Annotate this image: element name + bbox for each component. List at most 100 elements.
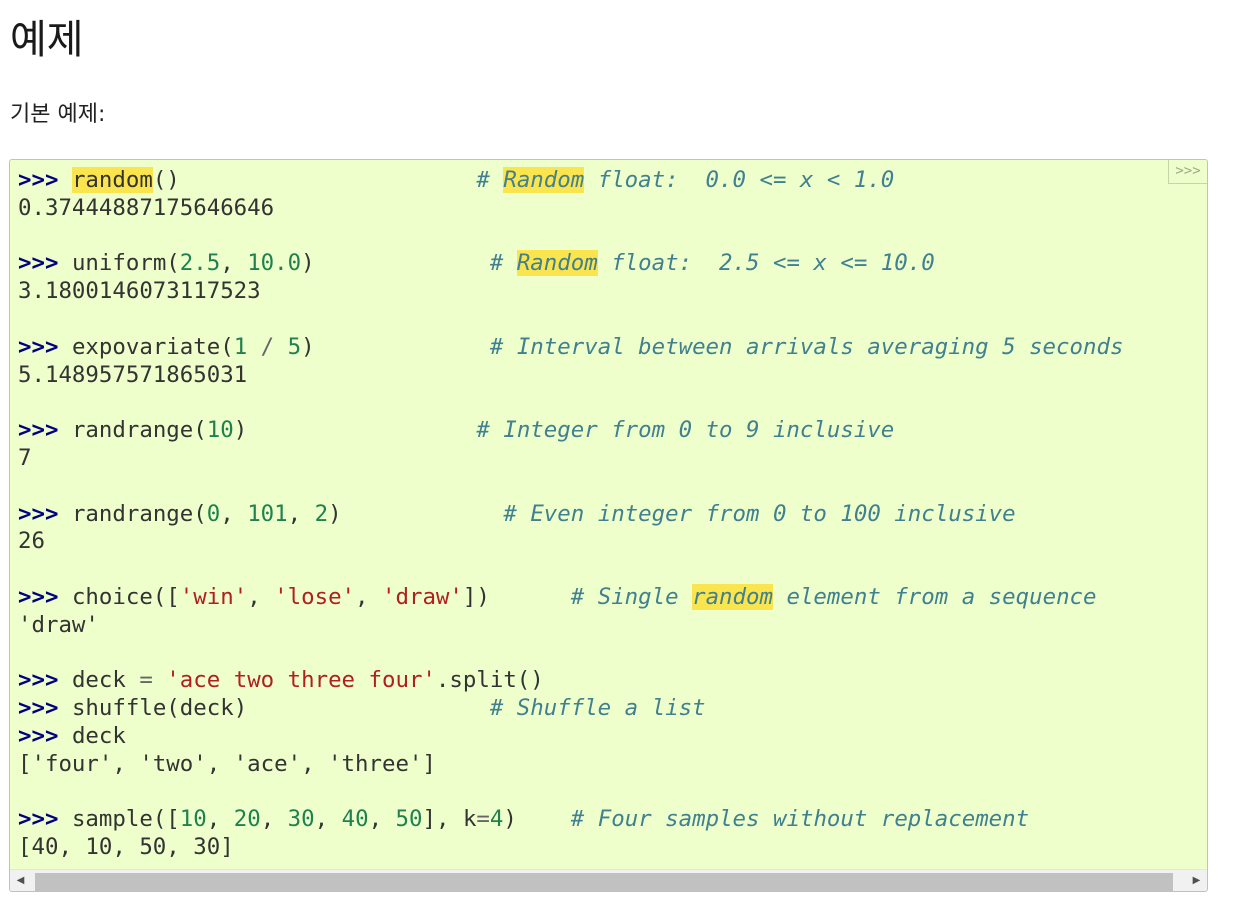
code-number: 101 <box>247 500 288 527</box>
code-token: sample([ <box>71 806 180 833</box>
prompt: >>> <box>18 806 59 833</box>
intro-text: 기본 예제: <box>10 102 106 127</box>
code-output: 26 <box>18 528 45 555</box>
code-line: >>> sample([10, 20, 30, 40, 50], k=4) # … <box>18 806 1207 834</box>
code-token: ) <box>233 417 248 444</box>
code-comment: # Even integer from 0 to 100 inclusive <box>503 500 1016 527</box>
code-line: >>> randrange(0, 101, 2) # Even integer … <box>18 501 1207 529</box>
code-line: >>> deck = 'ace two three four'.split() <box>18 667 1207 695</box>
code-line: >>> uniform(2.5, 10.0) # Random float: 2… <box>18 250 1207 278</box>
code-token: ) <box>301 333 315 360</box>
code-number: 10.0 <box>247 250 302 277</box>
code-number: 2.5 <box>179 250 221 277</box>
code-comment: # Shuffle a list <box>489 695 706 722</box>
code-number: 40 <box>341 806 369 833</box>
code-operator: / <box>247 333 288 360</box>
code-token: , <box>220 250 248 277</box>
code-output: 'draw' <box>18 611 99 638</box>
scrollbar-thumb[interactable] <box>35 873 1173 891</box>
code-number: 1 <box>233 333 248 360</box>
prompt-toggle-button[interactable]: >>> <box>1168 160 1207 184</box>
code-comment: # Integer from 0 to 9 inclusive <box>476 417 895 444</box>
code-line: >>> shuffle(deck) # Shuffle a list <box>18 695 1207 723</box>
prompt: >>> <box>18 722 59 749</box>
scroll-left-arrow-icon[interactable]: ◀ <box>10 870 31 891</box>
code-token: deck <box>71 667 140 694</box>
code-token: randrange( <box>71 417 207 444</box>
code-token: ]) <box>462 583 490 610</box>
code-string: 'draw' <box>382 583 463 610</box>
code-line: >>> choice(['win', 'lose', 'draw']) # Si… <box>18 583 1207 612</box>
prompt: >>> <box>18 167 59 193</box>
code-token: ) <box>503 806 517 833</box>
code-token: , <box>355 583 383 610</box>
code-comment: # Random float: 2.5 <= x <= 10.0 <box>489 250 935 277</box>
code-line: >>> deck <box>18 723 1207 751</box>
code-number: 20 <box>233 806 261 833</box>
code-token: shuffle(deck) <box>71 695 248 722</box>
code-comment: # Random float: 0.0 <= x < 1.0 <box>476 167 895 193</box>
code-number: 30 <box>287 806 315 833</box>
page-title: 예제 <box>10 17 84 63</box>
code-token: ) <box>328 500 342 527</box>
code-token: , <box>206 806 234 833</box>
code-token: , <box>287 500 315 527</box>
code-comment: # Single random element from a sequence <box>570 583 1097 610</box>
code-token: , <box>368 806 396 833</box>
code-output: 5.148957571865031 <box>18 361 248 388</box>
code-token: () <box>152 167 180 193</box>
code-output: [40, 10, 50, 30] <box>18 834 234 861</box>
code-token: .split() <box>435 667 544 694</box>
search-highlight: random <box>692 583 773 610</box>
code-line: >>> expovariate(1 / 5) # Interval betwee… <box>18 334 1207 362</box>
code-token: choice([ <box>71 583 180 610</box>
code-string: 'win' <box>179 583 248 610</box>
code-number: 10 <box>179 806 207 833</box>
code-token: , <box>314 806 342 833</box>
code-comment: # Interval between arrivals averaging 5 … <box>489 333 1124 360</box>
code-output: 7 <box>18 444 32 471</box>
code-token: uniform( <box>71 250 180 277</box>
code-number: 2 <box>314 500 329 527</box>
search-highlight: random <box>71 167 153 193</box>
code-output: 3.1800146073117523 <box>18 278 261 305</box>
code-string: 'lose' <box>274 583 356 610</box>
search-highlight: Random <box>516 250 598 277</box>
search-highlight: Random <box>503 167 585 193</box>
prompt: >>> <box>18 667 59 694</box>
prompt: >>> <box>18 250 59 277</box>
code-comment: # Four samples without replacement <box>570 806 1030 833</box>
code-number: 5 <box>287 333 302 360</box>
code-listing[interactable]: >>> random() # Random float: 0.0 <= x < … <box>10 160 1207 862</box>
code-string: 'ace two three four' <box>152 667 436 694</box>
prompt: >>> <box>18 695 59 722</box>
code-token: ], k <box>422 806 477 833</box>
code-operator: = <box>139 667 153 694</box>
prompt: >>> <box>18 500 59 527</box>
scroll-right-arrow-icon[interactable]: ▶ <box>1186 870 1207 891</box>
prompt: >>> <box>18 583 59 610</box>
code-number: 10 <box>206 417 234 444</box>
prompt: >>> <box>18 333 59 360</box>
horizontal-scrollbar[interactable]: ◀ ▶ <box>10 869 1207 891</box>
code-output: 0.37444887175646646 <box>18 194 275 221</box>
code-token: deck <box>71 722 126 749</box>
code-operator: = <box>476 806 490 833</box>
code-output: ['four', 'two', 'ace', 'three'] <box>18 750 436 777</box>
code-token: , <box>260 806 288 833</box>
code-number: 4 <box>489 806 504 833</box>
code-example-block: >>> >>> random() # Random float: 0.0 <= … <box>9 159 1208 892</box>
code-token: , <box>247 583 275 610</box>
prompt: >>> <box>18 417 59 444</box>
code-token: , <box>220 500 248 527</box>
code-token: ) <box>301 250 315 277</box>
code-token: expovariate( <box>71 333 234 360</box>
code-number: 0 <box>206 500 221 527</box>
code-line: >>> randrange(10) # Integer from 0 to 9 … <box>18 417 1207 445</box>
